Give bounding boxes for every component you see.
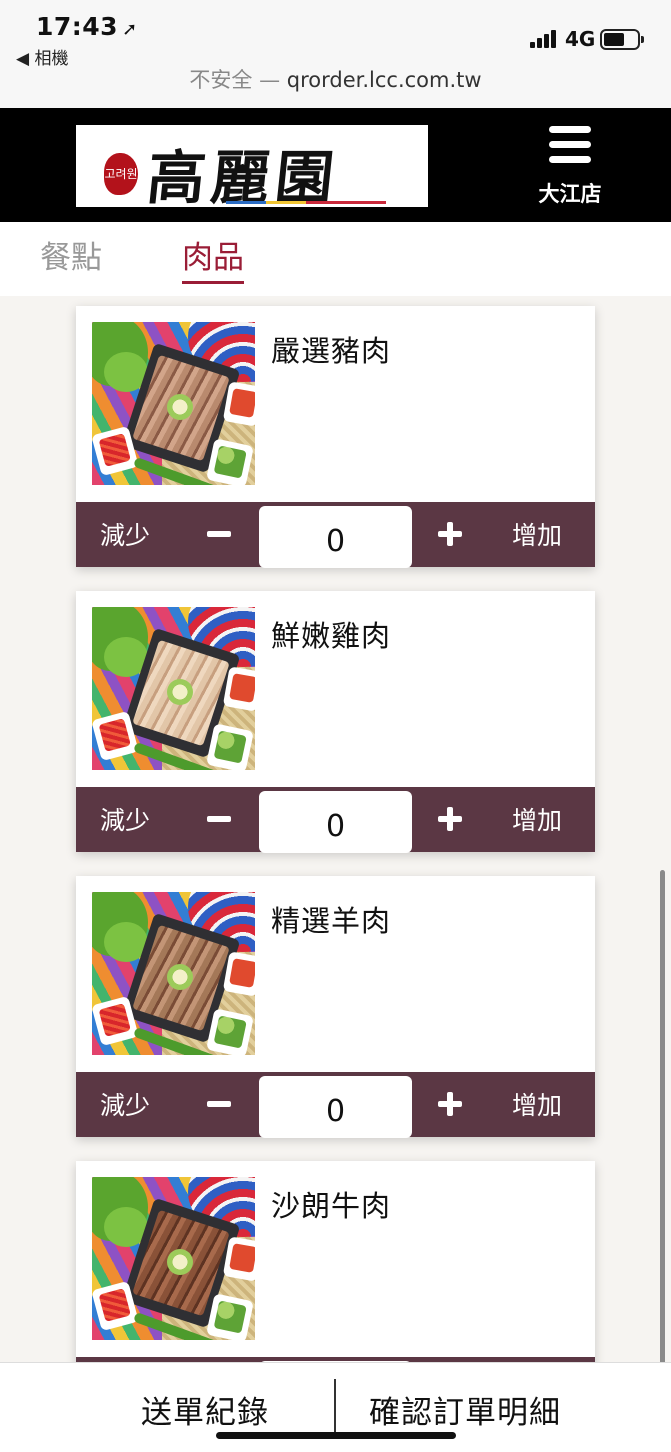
plus-icon[interactable]	[428, 797, 472, 841]
menu-item-card: 嚴選豬肉 減少 增加	[76, 306, 595, 568]
plus-icon[interactable]	[428, 1082, 472, 1126]
decrease-label[interactable]: 減少	[100, 1086, 150, 1122]
quantity-field[interactable]	[259, 1076, 412, 1138]
item-name: 精選羊肉	[271, 904, 392, 938]
tab-meat[interactable]: 肉品	[182, 232, 244, 284]
minus-icon[interactable]	[197, 797, 241, 841]
category-tabs: 餐點 肉品	[0, 222, 671, 296]
cellular-signal-icon	[530, 30, 560, 48]
location-arrow-icon: ➚	[122, 19, 138, 40]
item-name: 沙朗牛肉	[271, 1189, 392, 1223]
quantity-field[interactable]	[259, 506, 412, 568]
item-photo	[92, 1177, 255, 1340]
confirm-order-button[interactable]: 確認訂單明細	[369, 1387, 561, 1432]
tab-meals[interactable]: 餐點	[40, 232, 102, 281]
decrease-label[interactable]: 減少	[100, 801, 150, 837]
quantity-control: 減少 增加	[76, 787, 595, 853]
branch-name: 大江店	[538, 182, 602, 206]
increase-label[interactable]: 增加	[512, 801, 562, 837]
item-name: 嚴選豬肉	[271, 334, 392, 368]
status-bar: 17:43 ➚ ◀ 相機 4G 不安全 — qrorder.lcc.com.tw	[0, 0, 671, 108]
logo-text: 高麗園	[143, 144, 344, 207]
security-label: 不安全 —	[189, 68, 287, 92]
item-name: 鮮嫩雞肉	[271, 619, 392, 653]
increase-label[interactable]: 增加	[512, 1086, 562, 1122]
menu-item-card: 精選羊肉 減少 增加	[76, 876, 595, 1138]
battery-icon	[600, 29, 644, 50]
divider	[334, 1379, 336, 1437]
home-indicator[interactable]	[216, 1432, 456, 1439]
brand-logo[interactable]: 고려원 高麗園	[76, 125, 428, 207]
scrollbar[interactable]	[660, 870, 665, 1370]
quantity-control: 減少 增加	[76, 502, 595, 568]
clock: 17:43 ➚	[36, 12, 138, 41]
menu-button[interactable]: 大江店	[525, 126, 615, 206]
url-host: qrorder.lcc.com.tw	[286, 68, 482, 92]
item-photo	[92, 322, 255, 485]
minus-icon[interactable]	[197, 1082, 241, 1126]
hamburger-icon	[549, 126, 591, 133]
site-header: 고려원 高麗園 大江店	[0, 108, 671, 222]
network-type: 4G	[565, 27, 596, 51]
quantity-field[interactable]	[259, 791, 412, 853]
address-bar[interactable]: 不安全 — qrorder.lcc.com.tw	[0, 64, 671, 94]
order-history-button[interactable]: 送單紀錄	[141, 1387, 269, 1432]
decrease-label[interactable]: 減少	[100, 516, 150, 552]
item-photo	[92, 607, 255, 770]
quantity-control: 減少 增加	[76, 1072, 595, 1138]
plus-icon[interactable]	[428, 512, 472, 556]
menu-item-card: 鮮嫩雞肉 減少 增加	[76, 591, 595, 853]
increase-label[interactable]: 增加	[512, 516, 562, 552]
logo-seal: 고려원	[104, 153, 138, 195]
minus-icon[interactable]	[197, 512, 241, 556]
item-photo	[92, 892, 255, 1055]
